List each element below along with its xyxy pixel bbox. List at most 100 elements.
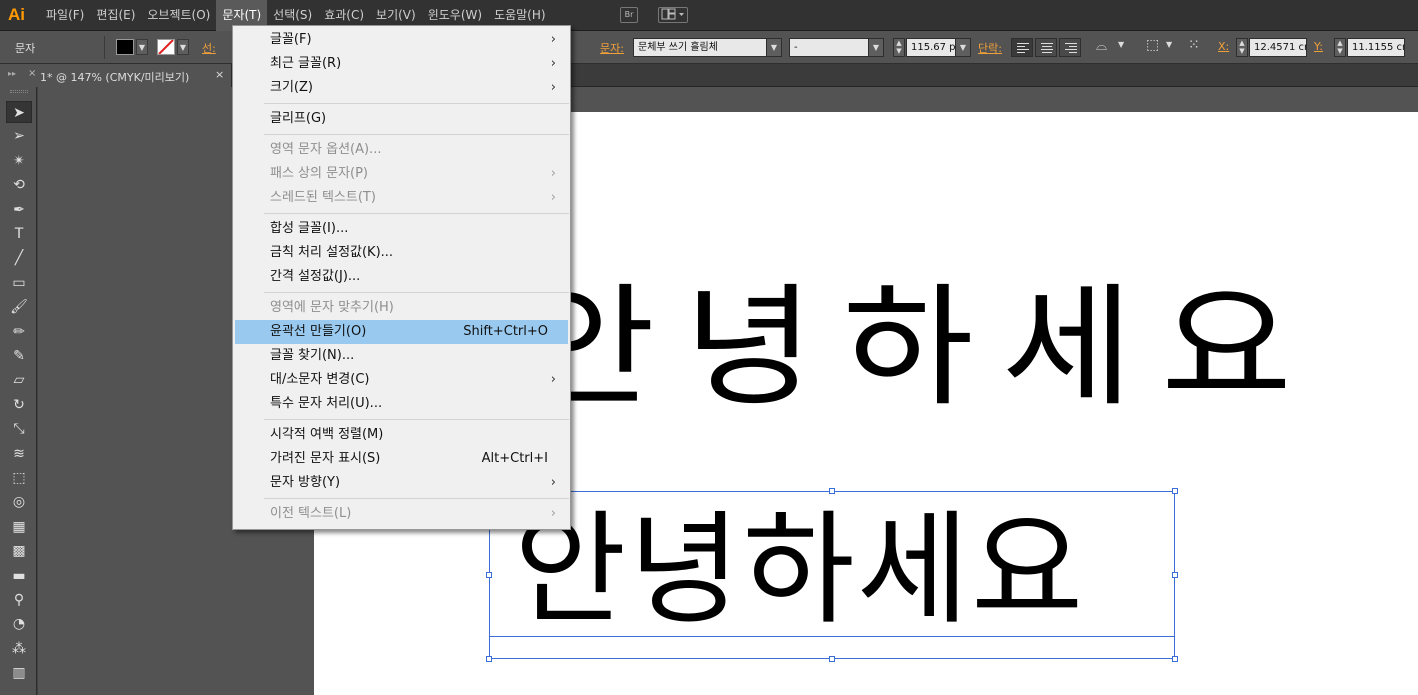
font-family-field[interactable]: 문체부 쓰기 흘림체 xyxy=(633,38,767,57)
x-stepper-icon[interactable]: ▲ ▼ xyxy=(1236,38,1248,57)
type-menu-item[interactable]: 윤곽선 만들기(O) Shift+Ctrl+O xyxy=(235,320,568,344)
document-tab-title: 1* @ 147% (CMYK/미리보기) xyxy=(40,71,190,84)
menu-item-label: 크기(Z) xyxy=(270,80,313,95)
document-tab[interactable]: ▸▸ × 1* @ 147% (CMYK/미리보기) × xyxy=(0,64,232,87)
font-size-stepper-icon[interactable]: ▲ ▼ xyxy=(893,38,905,57)
character-label[interactable]: 문자: xyxy=(600,40,624,56)
menu-shortcut: Shift+Ctrl+O xyxy=(463,324,548,339)
perspective-grid-tool-icon[interactable]: ▦ xyxy=(6,516,32,538)
collapse-panels-icon[interactable]: ▸▸ xyxy=(8,69,16,78)
reference-dropdown-icon[interactable]: ▼ xyxy=(1166,40,1172,49)
line-segment-tool-icon[interactable]: ╱ xyxy=(6,247,32,269)
shape-builder-tool-icon[interactable]: ◎ xyxy=(6,491,32,513)
align-right-icon[interactable] xyxy=(1059,38,1081,57)
x-position-field[interactable]: 12.4571 cm xyxy=(1249,38,1307,57)
panel-grip[interactable] xyxy=(10,90,28,93)
resize-handle[interactable] xyxy=(1172,488,1178,494)
scale-tool-icon[interactable]: ⤡ xyxy=(6,418,32,440)
artboard-text-top[interactable]: 안녕하세요 xyxy=(524,282,1320,414)
type-menu-item: 영역 문자 옵션(A)... xyxy=(235,138,568,162)
text-baseline xyxy=(489,636,1175,637)
y-stepper-icon[interactable]: ▲ ▼ xyxy=(1334,38,1346,57)
type-menu-item: 스레드된 텍스트(T) › xyxy=(235,186,568,210)
menu-item-label: 문자 방향(Y) xyxy=(270,475,341,490)
selected-object-label: 문자 xyxy=(15,42,36,55)
menu-object[interactable]: 오브젝트(O) xyxy=(141,0,216,31)
document-close-icon[interactable]: × xyxy=(215,68,224,81)
menu-separator xyxy=(264,292,569,293)
arrange-documents-icon[interactable] xyxy=(658,7,688,23)
y-position-field[interactable]: 11.1155 cm xyxy=(1347,38,1405,57)
align-left-icon[interactable] xyxy=(1011,38,1033,57)
type-menu-item[interactable]: 가려진 문자 표시(S) Alt+Ctrl+I xyxy=(235,447,568,471)
type-menu-item: 영역에 문자 맞추기(H) xyxy=(235,296,568,320)
type-menu-item[interactable]: 대/소문자 변경(C) › xyxy=(235,368,568,392)
font-size-field[interactable]: 115.67 p xyxy=(906,38,956,57)
column-graph-tool-icon[interactable]: ▥ xyxy=(6,662,32,684)
type-menu-item[interactable]: 글리프(G) xyxy=(235,107,568,131)
menu-item-label: 글꼴 찾기(N)... xyxy=(270,348,355,363)
bridge-icon[interactable]: Br xyxy=(620,7,638,23)
type-menu-item[interactable]: 금칙 처리 설정값(K)... xyxy=(235,241,568,265)
panel-close-icon[interactable]: × xyxy=(28,68,36,79)
lasso-tool-icon[interactable]: ⟲ xyxy=(6,174,32,196)
fill-dropdown-icon[interactable]: ▼ xyxy=(136,39,148,55)
font-size-dropdown-icon[interactable]: ▼ xyxy=(955,38,971,57)
stroke-label[interactable]: 선: xyxy=(202,40,216,56)
stroke-color-swatch[interactable] xyxy=(157,39,175,55)
resize-handle[interactable] xyxy=(486,656,492,662)
menu-bar: Ai 파일(F) 편집(E) 오브젝트(O) 문자(T) 선택(S) 효과(C) 보기(V)… xyxy=(0,0,1418,31)
x-label[interactable]: X: xyxy=(1218,40,1229,53)
type-menu-item[interactable]: 크기(Z) › xyxy=(235,76,568,100)
menu-item-label: 글리프(G) xyxy=(270,111,327,126)
type-menu-item[interactable]: 합성 글꼴(I)... xyxy=(235,217,568,241)
envelope-warp-icon[interactable]: ⌓ xyxy=(1096,38,1107,54)
type-menu-item[interactable]: 글꼴(F) › xyxy=(235,28,568,52)
transform-grid-icon[interactable]: ⁙ xyxy=(1188,37,1200,53)
type-menu-item[interactable]: 시각적 여백 정렬(M) xyxy=(235,423,568,447)
type-tool-icon[interactable]: T xyxy=(6,223,32,245)
type-menu-item[interactable]: 간격 설정값(J)... xyxy=(235,265,568,289)
warp-dropdown-icon[interactable]: ▼ xyxy=(1118,40,1124,49)
type-menu-item[interactable]: 글꼴 찾기(N)... xyxy=(235,344,568,368)
reference-point-icon[interactable]: ⬚ xyxy=(1146,37,1159,53)
gradient-tool-icon[interactable]: ▬ xyxy=(6,565,32,587)
width-tool-icon[interactable]: ≋ xyxy=(6,443,32,465)
align-center-icon[interactable] xyxy=(1035,38,1057,57)
menu-file[interactable]: 파일(F) xyxy=(40,0,90,31)
resize-handle[interactable] xyxy=(486,572,492,578)
symbol-sprayer-tool-icon[interactable]: ⁂ xyxy=(6,638,32,660)
font-style-field[interactable]: - xyxy=(789,38,869,57)
font-style-dropdown-icon[interactable]: ▼ xyxy=(868,38,884,57)
stroke-dropdown-icon[interactable]: ▼ xyxy=(177,39,189,55)
type-menu-item[interactable]: 최근 글꼴(R) › xyxy=(235,52,568,76)
eyedropper-tool-icon[interactable]: ⚲ xyxy=(6,589,32,611)
menu-item-label: 윤곽선 만들기(O) xyxy=(270,324,367,339)
y-label[interactable]: Y: xyxy=(1314,40,1323,53)
fill-color-swatch[interactable] xyxy=(116,39,134,55)
type-menu-item[interactable]: 문자 방향(Y) › xyxy=(235,471,568,495)
resize-handle[interactable] xyxy=(1172,656,1178,662)
free-transform-tool-icon[interactable]: ⬚ xyxy=(6,467,32,489)
direct-selection-tool-icon[interactable]: ➢ xyxy=(6,125,32,147)
resize-handle[interactable] xyxy=(829,488,835,494)
blend-tool-icon[interactable]: ◔ xyxy=(6,613,32,635)
pencil-tool-icon[interactable]: ✏ xyxy=(6,321,32,343)
rectangle-tool-icon[interactable]: ▭ xyxy=(6,272,32,294)
mesh-tool-icon[interactable]: ▩ xyxy=(6,540,32,562)
blob-brush-tool-icon[interactable]: ✎ xyxy=(6,345,32,367)
resize-handle[interactable] xyxy=(1172,572,1178,578)
magic-wand-tool-icon[interactable]: ✴ xyxy=(6,150,32,172)
selection-bounding-box[interactable] xyxy=(489,491,1175,659)
rotate-tool-icon[interactable]: ↻ xyxy=(6,394,32,416)
pen-tool-icon[interactable]: ✒ xyxy=(6,199,32,221)
selection-tool-icon[interactable]: ➤ xyxy=(6,101,32,123)
font-family-dropdown-icon[interactable]: ▼ xyxy=(766,38,782,57)
menu-edit[interactable]: 편집(E) xyxy=(90,0,141,31)
resize-handle[interactable] xyxy=(829,656,835,662)
eraser-tool-icon[interactable]: ▱ xyxy=(6,369,32,391)
type-menu-item[interactable]: 특수 문자 처리(U)... xyxy=(235,392,568,416)
paintbrush-tool-icon[interactable]: 🖌 xyxy=(6,296,32,318)
menu-item-label: 스레드된 텍스트(T) xyxy=(270,190,376,205)
paragraph-label[interactable]: 단락: xyxy=(978,40,1002,56)
